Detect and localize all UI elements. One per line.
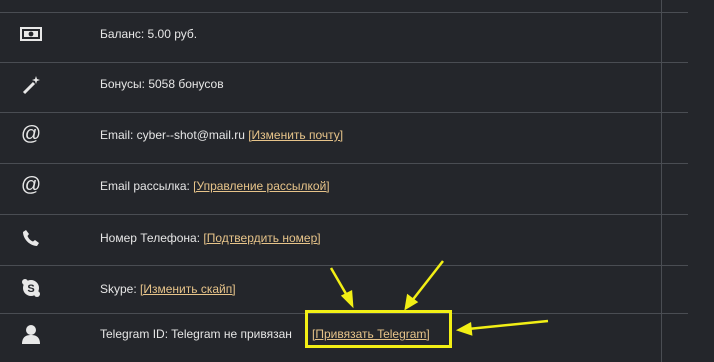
email-label: Email: cyber--shot@mail.ru	[100, 128, 249, 142]
email-row: @ Email: cyber--shot@mail.ru [Изменить п…	[0, 112, 688, 162]
highlight-box	[305, 310, 452, 348]
skype-icon: S	[20, 277, 42, 299]
change-skype-link[interactable]: [Изменить скайп]	[140, 282, 236, 296]
phone-label: Номер Телефона:	[100, 231, 204, 245]
change-email-link[interactable]: [Изменить почту]	[248, 128, 343, 142]
balance-label: Баланс: 5.00 руб.	[100, 27, 198, 41]
at-sign-icon: @	[20, 173, 42, 196]
user-icon	[20, 323, 42, 345]
newsletter-row: @ Email рассылка: [Управление рассылкой]	[0, 163, 688, 213]
skype-text: Skype: [Изменить скайп]	[100, 282, 236, 296]
phone-text: Номер Телефона: [Подтвердить номер]	[100, 231, 321, 245]
skype-label: Skype:	[100, 282, 141, 296]
balance-row: Баланс: 5.00 руб.	[0, 12, 688, 62]
bonus-row: Бонусы: 5058 бонусов	[0, 62, 688, 112]
bonus-label: Бонусы: 5058 бонусов	[100, 77, 224, 91]
svg-text:S: S	[27, 283, 34, 295]
email-text: Email: cyber--shot@mail.ru [Изменить поч…	[100, 128, 343, 142]
phone-row: Номер Телефона: [Подтвердить номер]	[0, 214, 688, 264]
skype-row: S Skype: [Изменить скайп]	[0, 265, 688, 315]
telegram-text: Telegram ID: Telegram не привязан	[100, 327, 292, 341]
newsletter-text: Email рассылка: [Управление рассылкой]	[100, 179, 330, 193]
manage-newsletter-link[interactable]: [Управление рассылкой]	[193, 179, 329, 193]
newsletter-label: Email рассылка:	[100, 179, 194, 193]
at-sign-icon: @	[20, 122, 42, 145]
account-info-table: Баланс: 5.00 руб. Бонусы: 5058 бонусов @…	[0, 0, 688, 362]
confirm-phone-link[interactable]: [Подтвердить номер]	[203, 231, 320, 245]
phone-icon	[20, 227, 42, 249]
magic-wand-icon	[20, 74, 42, 96]
telegram-label: Telegram ID: Telegram не привязан	[100, 327, 292, 341]
banknote-icon	[20, 23, 42, 45]
